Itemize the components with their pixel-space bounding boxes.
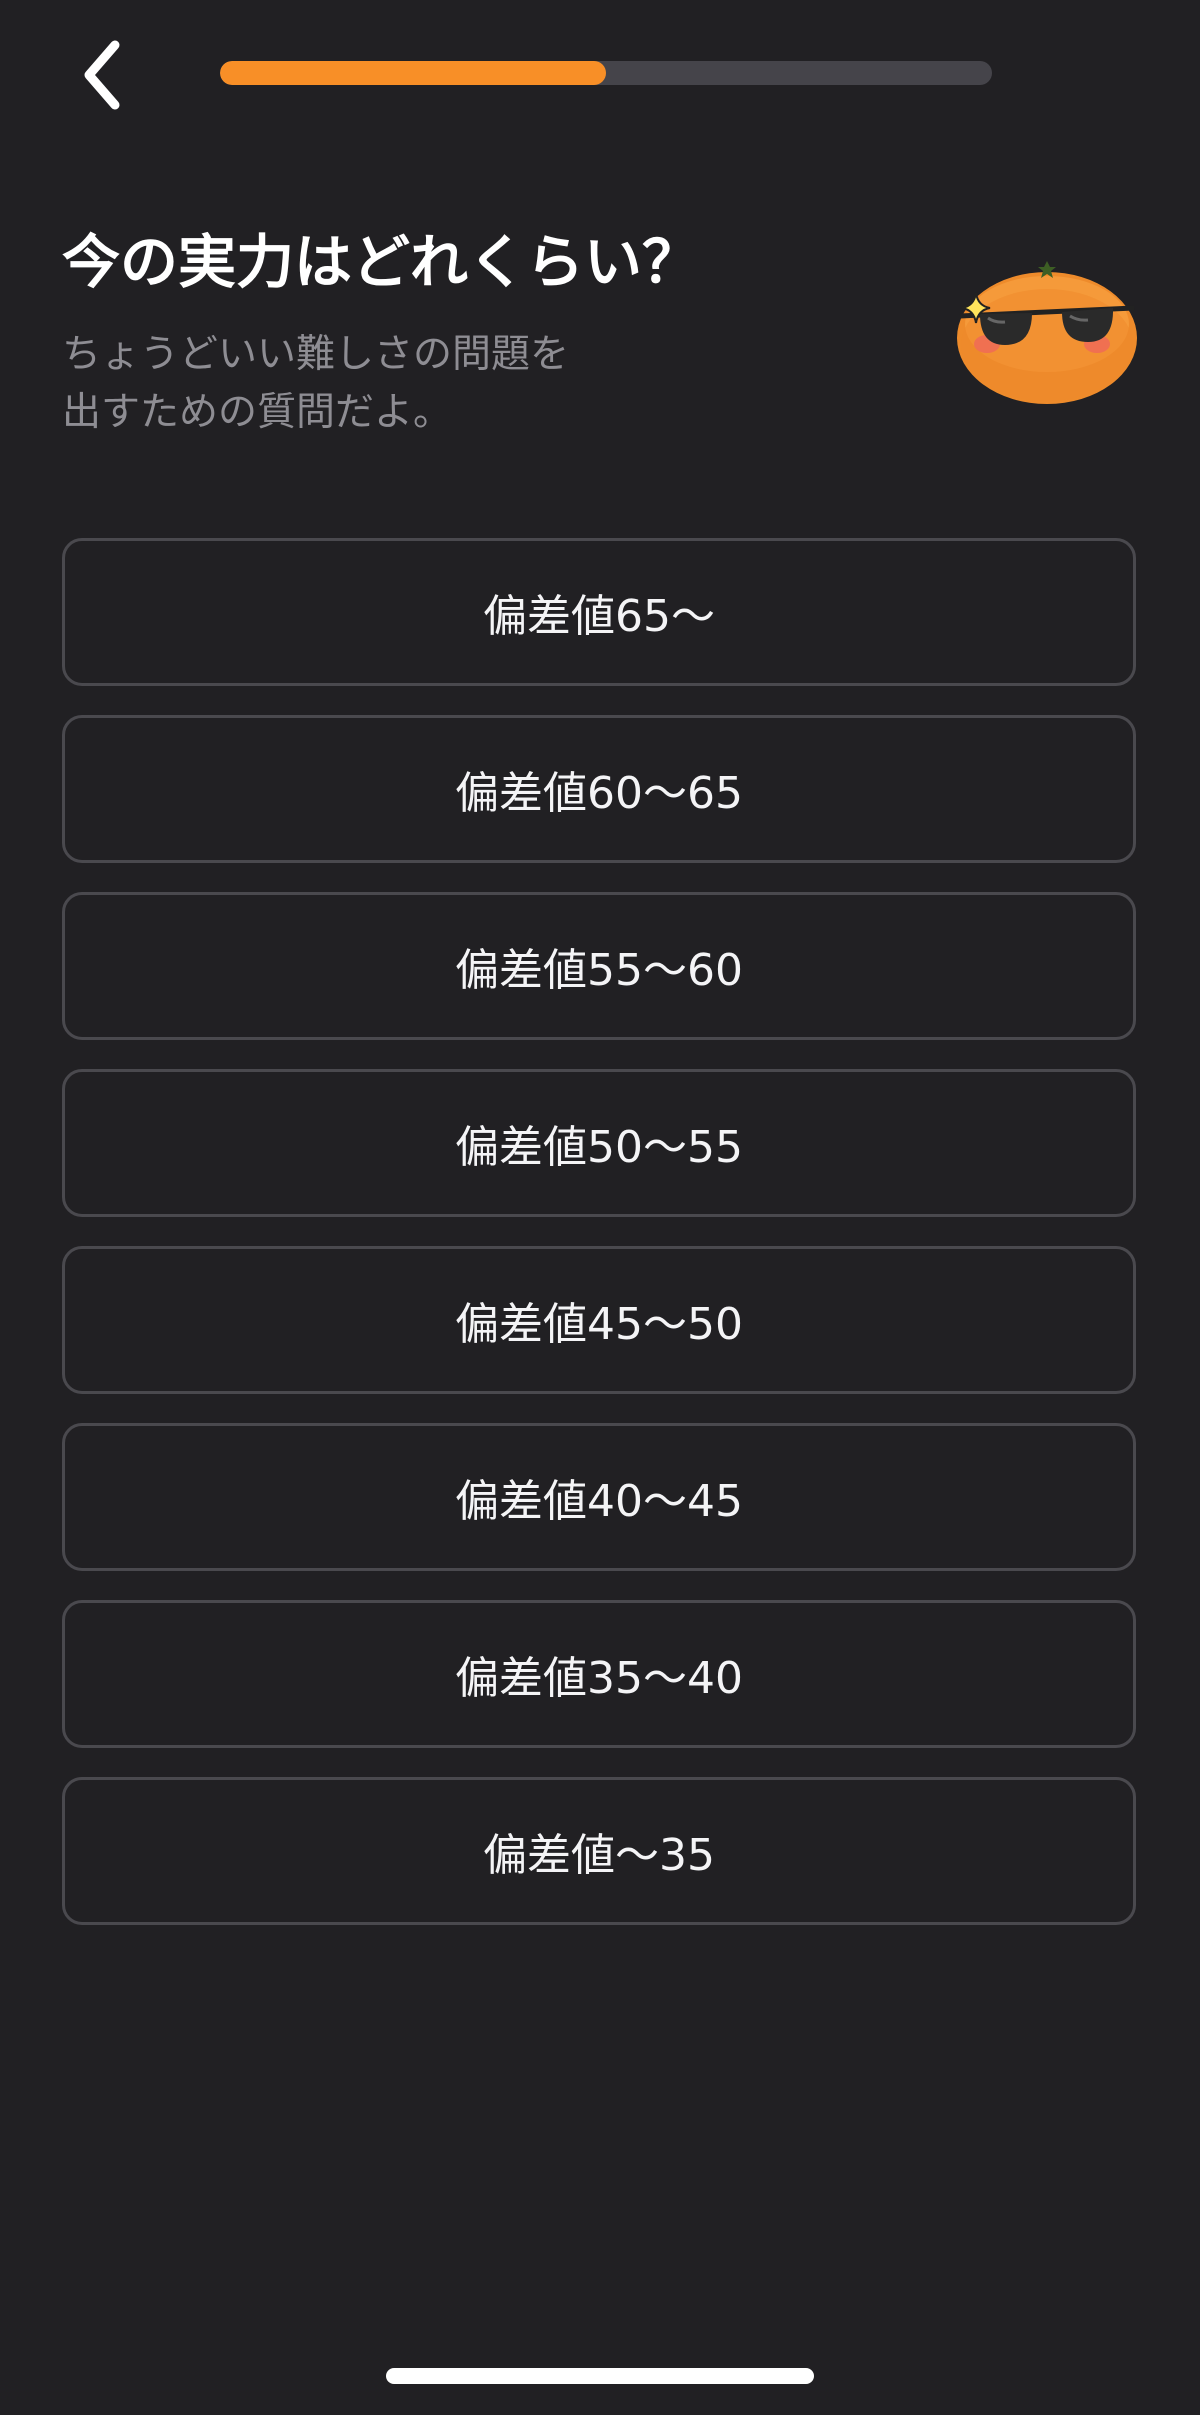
option-button[interactable]: 偏差値65～: [62, 538, 1136, 686]
option-button[interactable]: 偏差値35～40: [62, 1600, 1136, 1748]
option-button[interactable]: 偏差値45～50: [62, 1246, 1136, 1394]
page-title: 今の実力はどれくらい？: [62, 228, 701, 296]
progress-bar: [220, 61, 992, 85]
subtitle-line: ちょうどいい難しさの問題を: [62, 332, 570, 377]
chevron-left-icon: [84, 40, 120, 110]
page-subtitle: ちょうどいい難しさの問題を 出すための質問だよ。: [62, 326, 702, 442]
subtitle-line: 出すための質問だよ。: [62, 390, 453, 435]
option-button[interactable]: 偏差値60～65: [62, 715, 1136, 863]
option-button[interactable]: 偏差値～35: [62, 1777, 1136, 1925]
back-button[interactable]: [62, 30, 142, 120]
progress-fill: [220, 61, 606, 85]
option-list: 偏差値65～ 偏差値60～65 偏差値55～60 偏差値50～55 偏差値45～…: [62, 538, 1136, 1954]
option-button[interactable]: 偏差値40～45: [62, 1423, 1136, 1571]
option-button[interactable]: 偏差値55～60: [62, 892, 1136, 1040]
orange-sunglasses-mascot-icon: [957, 261, 1137, 404]
home-indicator[interactable]: [386, 2368, 814, 2384]
option-button[interactable]: 偏差値50～55: [62, 1069, 1136, 1217]
